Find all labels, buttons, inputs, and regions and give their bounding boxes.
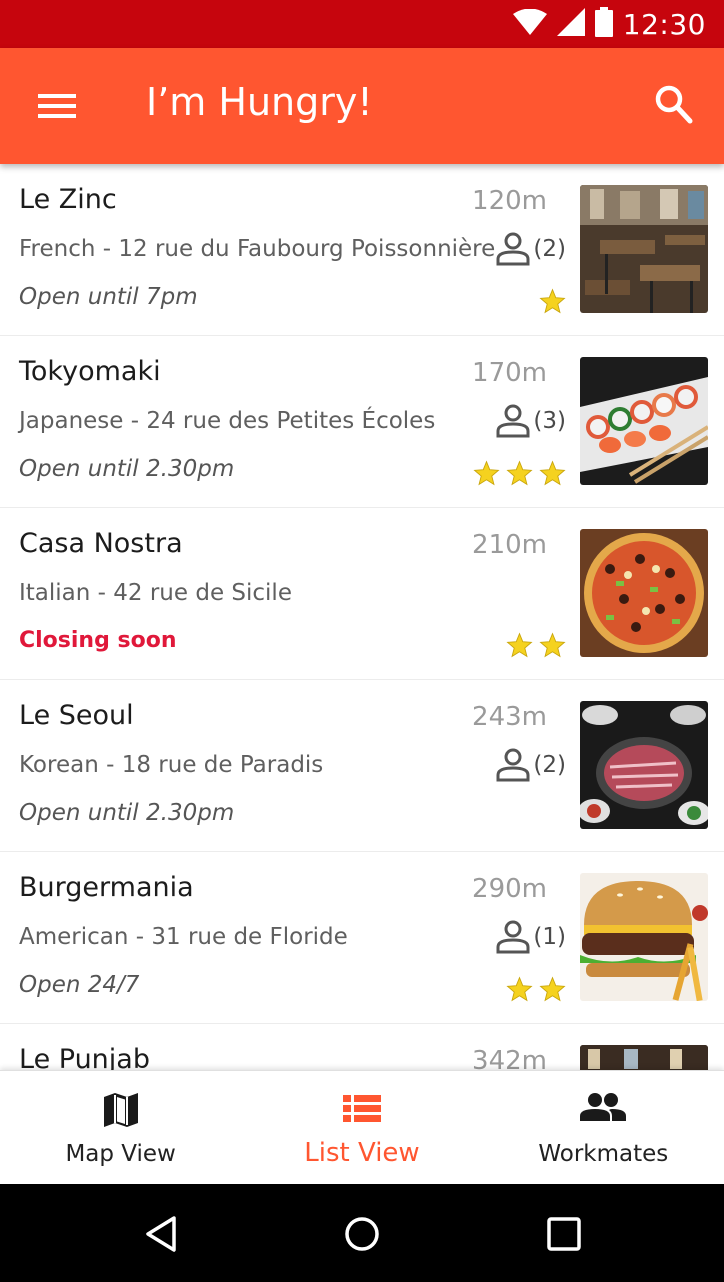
workmates-count: (2) [495,748,566,782]
restaurant-distance: 170m [472,358,547,388]
restaurant-distance: 120m [472,186,547,216]
restaurant-distance: 243m [472,702,547,732]
map-icon [102,1091,140,1134]
workmates-count-label: (1) [533,924,566,950]
tab-label: Workmates [538,1141,669,1167]
restaurant-hours: Open until 2.30pm [19,456,235,482]
restaurant-hours: Open until 2.30pm [19,800,235,826]
restaurant-address: American - 31 rue de Floride [19,924,348,950]
restaurant-list[interactable]: Le Zinc 120m French - 12 rue du Faubourg… [0,164,724,1070]
star-icon [539,632,566,658]
star-icon [539,976,566,1002]
system-navigation-bar [0,1184,724,1282]
restaurant-photo [580,357,708,485]
status-icons: 12:30 [512,0,706,48]
person-icon [496,748,530,782]
restaurant-hours: Open until 7pm [19,284,198,310]
rating-stars [506,632,566,659]
star-icon [539,460,566,486]
app-bar: I’m Hungry! [0,48,724,164]
star-icon [506,632,533,658]
restaurant-row[interactable]: Le Zinc 120m French - 12 rue du Faubourg… [0,164,724,336]
status-time: 12:30 [622,7,706,41]
restaurant-row[interactable]: Burgermania 290m American - 31 rue de Fl… [0,852,724,1024]
status-bar: 12:30 [0,0,724,48]
restaurant-address: Japanese - 24 rue des Petites Écoles [19,408,436,434]
restaurant-name: Casa Nostra [19,528,183,559]
workmates-count: (2) [495,232,566,266]
restaurant-name: Burgermania [19,872,194,903]
workmates-count: (3) [495,404,566,438]
workmates-count-label: (2) [533,236,566,262]
rating-stars [539,288,566,315]
restaurant-name: Tokyomaki [19,356,161,387]
back-icon[interactable] [142,1214,182,1254]
restaurant-photo [580,873,708,1001]
restaurant-distance: 342m [472,1046,547,1070]
rating-stars [506,976,566,1003]
signal-icon [556,7,585,41]
restaurant-name: Le Punjab [19,1044,150,1070]
restaurant-name: Le Seoul [19,700,134,731]
restaurant-address: Korean - 18 rue de Paradis [19,752,324,778]
people-icon [580,1091,627,1128]
restaurant-address: French - 12 rue du Faubourg Poissonnière [19,236,496,262]
restaurant-photo [580,701,708,829]
tab-label: Map View [65,1141,176,1167]
menu-icon[interactable] [38,86,76,126]
restaurant-distance: 210m [472,530,547,560]
restaurant-photo [580,529,708,657]
star-icon [506,976,533,1002]
restaurant-row[interactable]: Tokyomaki 170m Japanese - 24 rue des Pet… [0,336,724,508]
recents-icon[interactable] [544,1214,584,1254]
bottom-navigation: Map View List View Workmates [0,1070,724,1184]
person-icon [496,232,530,266]
restaurant-row[interactable]: Le Punjab 342m [0,1024,724,1070]
wifi-icon [512,8,547,40]
tab-map-view[interactable]: Map View [0,1071,241,1184]
restaurant-photo [580,1045,708,1070]
restaurant-hours: Open 24/7 [19,972,140,998]
person-icon [496,920,530,954]
star-icon [506,460,533,486]
workmates-count: (1) [495,920,566,954]
tab-list-view[interactable]: List View [241,1071,482,1184]
app-title: I’m Hungry! [146,80,373,124]
star-icon [539,288,566,314]
home-icon[interactable] [342,1214,382,1254]
search-icon[interactable] [654,84,694,126]
workmates-count-label: (2) [533,752,566,778]
restaurant-address: Italian - 42 rue de Sicile [19,580,292,606]
closing-soon-label: Closing soon [19,628,177,653]
restaurant-name: Le Zinc [19,184,117,215]
list-icon [342,1091,381,1130]
restaurant-distance: 290m [472,874,547,904]
restaurant-row[interactable]: Le Seoul 243m Korean - 18 rue de Paradis… [0,680,724,852]
workmates-count-label: (3) [533,408,566,434]
person-icon [496,404,530,438]
star-icon [473,460,500,486]
restaurant-photo [580,185,708,313]
battery-icon [594,6,613,42]
rating-stars [473,460,566,487]
restaurant-row[interactable]: Casa Nostra 210m Italian - 42 rue de Sic… [0,508,724,680]
tab-workmates[interactable]: Workmates [483,1071,724,1184]
tab-label: List View [304,1138,420,1168]
